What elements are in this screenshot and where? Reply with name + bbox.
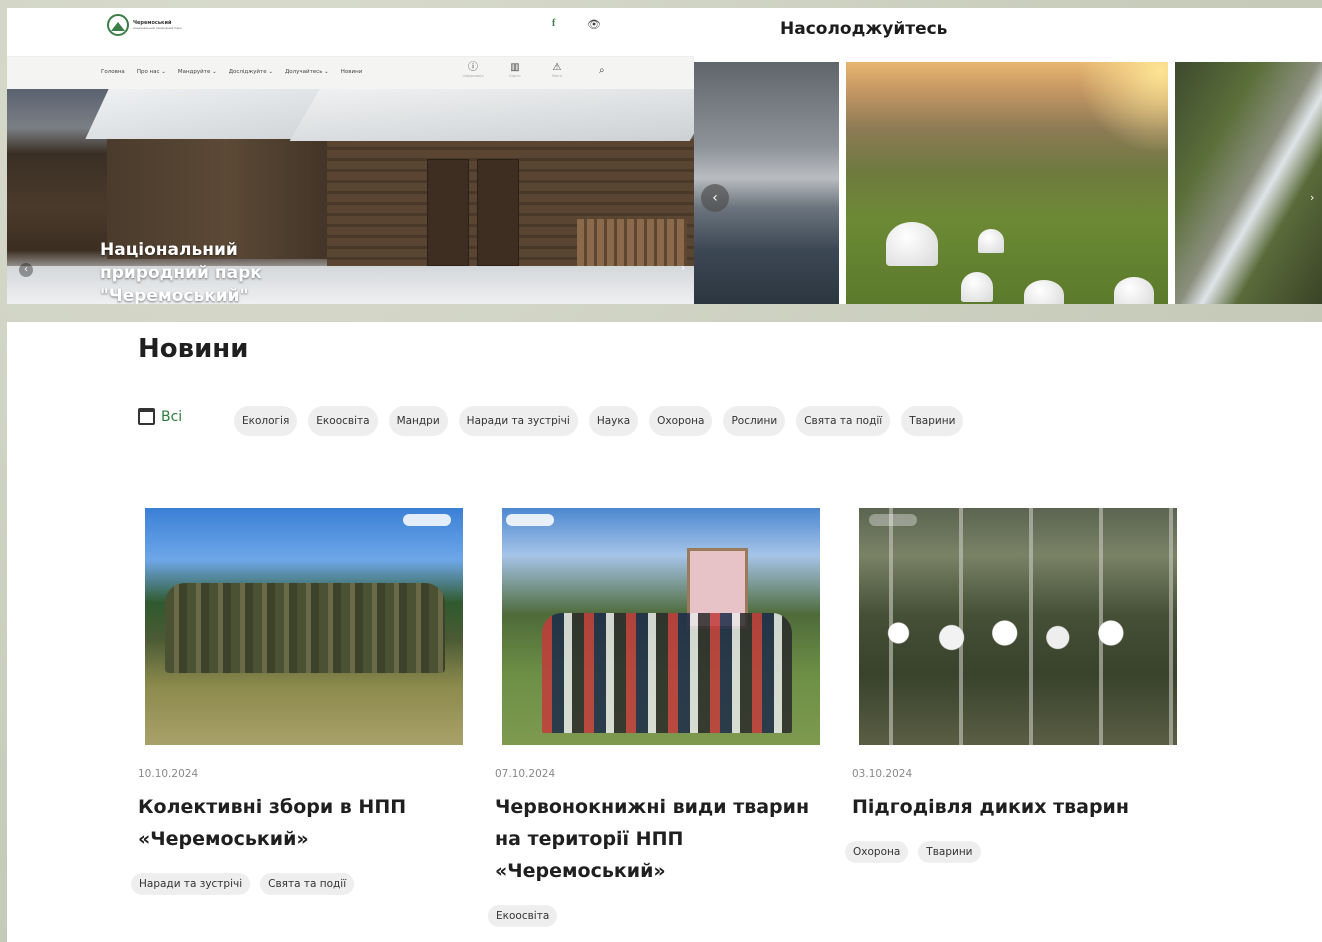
news-card-date: 10.10.2024 [138,768,199,780]
tag-holidays[interactable]: Свята та події [260,873,355,895]
image-watermark-logo [403,514,451,526]
nav-explore[interactable]: Досліджуйте ⌄ [229,69,273,75]
enjoy-gallery-panel: Насолоджуйтесь ‹ › [694,8,1322,304]
filter-all-label: Всі [161,408,183,425]
filter-travel[interactable]: Мандри [388,406,448,436]
tool-warning[interactable]: ⚠ Увага [543,62,571,78]
dome-shape [1024,280,1064,304]
news-card-date: 07.10.2024 [495,768,556,780]
gallery-photo-waterfall[interactable] [1175,62,1322,304]
facebook-icon[interactable]: f [552,18,555,29]
nav-about[interactable]: Про нас ⌄ [137,69,166,75]
calendar-icon [138,408,155,425]
tag-protection[interactable]: Охорона [845,841,909,863]
gallery-prev-arrow-icon[interactable]: ‹ [701,184,729,212]
filter-ecology[interactable]: Екологія [234,406,298,436]
enjoy-title: Насолоджуйтесь [780,19,948,39]
tag-animals[interactable]: Тварини [918,841,981,863]
gallery-photo-domes[interactable] [846,62,1168,304]
filter-meetings[interactable]: Наради та зустрічі [458,406,578,436]
filter-holidays[interactable]: Свята та події [796,406,891,436]
nav-join[interactable]: Долучайтесь ⌄ [285,69,329,75]
news-card-image[interactable] [145,508,463,745]
main-navigation: Головна Про нас ⌄ Мандруйте ⌄ Досліджуйт… [7,56,694,89]
warning-icon: ⚠ [552,62,562,73]
news-title: Новини [138,334,249,364]
tool-maps[interactable]: ▥ Карти [501,62,529,78]
news-card-date: 03.10.2024 [852,768,913,780]
dome-shape [886,222,938,266]
image-group-children [542,613,792,733]
nav-travel[interactable]: Мандруйте ⌄ [178,69,217,75]
news-card-tags: Екоосвіта [488,905,558,927]
top-bar: Черемоський національний природний парк … [7,8,694,56]
news-card-title[interactable]: Колективні збори в НПП «Черемоський» [138,791,468,855]
news-section: Новини Всі Екологія Екоосвіта Мандри Нар… [7,322,1322,942]
site-logo[interactable]: Черемоський національний природний парк [107,14,182,36]
search-icon[interactable]: ⌕ [599,65,605,76]
tag-eco-education[interactable]: Екоосвіта [488,905,558,927]
filter-plants[interactable]: Рослини [723,406,786,436]
filter-all[interactable]: Всі [138,408,182,425]
dome-shape [1114,277,1154,304]
image-white-flowers [869,588,1164,678]
image-group-people [165,583,445,673]
nav-home[interactable]: Головна [101,69,125,75]
tool-info-label: Інформація [462,74,484,78]
gallery-next-arrow-icon[interactable]: › [1310,191,1314,204]
news-card-image[interactable] [502,508,820,745]
gallery-photo-clouds[interactable] [694,62,839,304]
hero-next-arrow-icon[interactable]: › [681,263,685,274]
tag-meetings[interactable]: Наради та зустрічі [131,873,251,895]
news-card-tags: Охорона Тварини [845,841,981,863]
tool-warning-label: Увага [551,74,563,78]
tool-info[interactable]: ⓘ Інформація [459,62,487,78]
filter-eco-education[interactable]: Екоосвіта [308,406,378,436]
hero-banner: Національний природний парк "Черемоський… [7,89,694,304]
site-header-panel: Черемоський національний природний парк … [7,8,694,304]
image-watermark-logo [506,514,554,526]
hero-image-door [427,159,469,266]
accessibility-eye-icon[interactable]: 👁 [587,18,601,31]
filter-science[interactable]: Наука [588,406,639,436]
tool-maps-label: Карти [509,74,521,78]
hero-image-roof [289,89,694,141]
dome-shape [978,229,1004,253]
news-card-title[interactable]: Червонокнижні види тварин на території Н… [495,791,815,887]
hero-prev-arrow-icon[interactable]: ‹ [19,263,33,277]
map-icon: ▥ [510,62,520,73]
logo-subtitle: національний природний парк [133,26,182,30]
filter-protection[interactable]: Охорона [649,406,713,436]
sun-glow [1076,62,1168,152]
filter-animals[interactable]: Тварини [901,406,964,436]
nav-news[interactable]: Новини [341,69,363,75]
image-watermark-logo [869,514,917,526]
news-card-image[interactable] [859,508,1177,745]
info-icon: ⓘ [468,62,478,73]
hero-image-door [477,159,519,266]
hero-title: Національний природний парк "Черемоський… [100,240,262,304]
news-card-tags: Наради та зустрічі Свята та події [131,873,355,895]
category-filters: Екологія Екоосвіта Мандри Наради та зуст… [234,406,964,436]
dome-shape [961,272,993,302]
news-card-title[interactable]: Підгодівля диких тварин [852,791,1182,823]
logo-mountain-icon [107,14,129,36]
